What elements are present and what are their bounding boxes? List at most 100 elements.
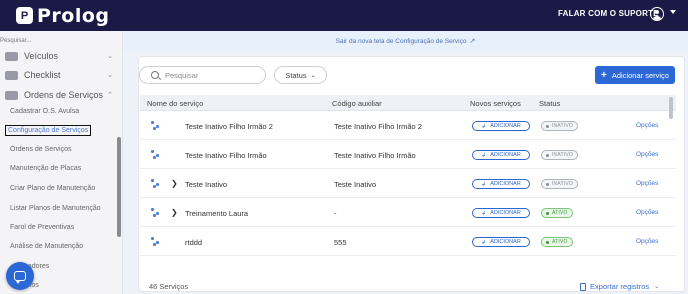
- sidebar-item-ordens[interactable]: Ordens de Serviços ⌃: [5, 86, 115, 104]
- wrench-icon: [5, 90, 18, 100]
- sidebar-item-label: Ordens de Serviços: [24, 90, 104, 100]
- status-badge: INATIVO: [541, 179, 578, 189]
- table-row: ❯ Treinamento Laura - ↲ ADICIONAR ATIVO O…: [140, 198, 676, 227]
- top-bar: P Prolog FALAR COM O SUPORTE: [0, 0, 688, 31]
- return-icon: ↲: [481, 123, 487, 130]
- sidebar: Pesquisar... Veículos ⌄ Checklist ⌄ Orde…: [0, 31, 123, 294]
- chevron-down-icon: ⌄: [654, 284, 660, 290]
- sidebar-subitem[interactable]: Cadastrar O.S. Avulsa: [10, 108, 79, 115]
- sidebar-subitem[interactable]: Ordens de Serviços: [10, 146, 71, 153]
- sidebar-search-input[interactable]: Pesquisar...: [0, 38, 31, 44]
- chevron-down-icon: ⌄: [107, 53, 113, 60]
- checklist-icon: [5, 70, 18, 80]
- service-code: Teste Inativo Filho Irmão: [334, 151, 416, 160]
- add-subservice-button[interactable]: ↲ ADICIONAR: [472, 179, 530, 189]
- sidebar-subitem[interactable]: Farol de Preventivas: [10, 224, 74, 231]
- plus-icon: +: [601, 69, 607, 81]
- sidebar-item-veiculos[interactable]: Veículos ⌄: [5, 47, 115, 65]
- add-subservice-button[interactable]: ↲ ADICIONAR: [472, 237, 530, 247]
- service-code: 555: [334, 238, 347, 247]
- status-filter-label: Status: [285, 70, 307, 80]
- table-row: ❯ Teste Inativo Teste Inativo ↲ ADICIONAR…: [140, 169, 676, 198]
- add-subservice-label: ADICIONAR: [490, 181, 521, 187]
- service-name: Teste Inativo: [185, 180, 228, 189]
- drag-handle-icon[interactable]: [151, 208, 160, 217]
- sidebar-subitem[interactable]: Manutenção de Placas: [10, 165, 81, 172]
- logo-mark: P: [16, 7, 33, 24]
- options-link[interactable]: Opções: [636, 238, 658, 245]
- export-label: Exportar registros: [590, 282, 650, 291]
- table-row: Teste Inativo Filho Irmão Teste Inativo …: [140, 140, 676, 169]
- column-header-status: Status: [539, 99, 561, 108]
- drag-handle-icon[interactable]: [151, 179, 160, 188]
- logo[interactable]: P Prolog: [16, 5, 110, 27]
- support-link[interactable]: FALAR COM O SUPORTE: [558, 9, 659, 18]
- column-header-new-services: Novos serviços: [470, 99, 521, 108]
- chevron-down-icon[interactable]: [670, 10, 676, 14]
- add-service-label: Adicionar serviço: [611, 70, 669, 80]
- status-filter-button[interactable]: Status ⌄: [274, 66, 327, 84]
- user-avatar-icon[interactable]: [650, 7, 664, 21]
- drag-handle-icon[interactable]: [151, 237, 160, 246]
- service-code: Teste Inativo: [334, 180, 377, 189]
- sidebar-subitem[interactable]: Criar Plano de Manutenção: [10, 185, 95, 192]
- chevron-right-icon[interactable]: ❯: [171, 208, 178, 217]
- service-name: rtddd: [185, 238, 203, 247]
- status-label: ATIVO: [552, 210, 568, 216]
- service-name: Treinamento Laura: [185, 209, 249, 218]
- legacy-banner[interactable]: Sair da nova tela de Configuração de Ser…: [123, 31, 688, 51]
- chevron-down-icon: ⌄: [310, 72, 316, 79]
- chevron-right-icon[interactable]: ❯: [171, 179, 178, 188]
- logo-text: Prolog: [37, 4, 110, 27]
- truck-icon: [5, 51, 18, 61]
- status-badge: ATIVO: [541, 208, 573, 218]
- sidebar-item-label: Veículos: [24, 51, 59, 61]
- drag-handle-icon[interactable]: [151, 150, 160, 159]
- add-subservice-button[interactable]: ↲ ADICIONAR: [472, 121, 530, 131]
- add-subservice-label: ADICIONAR: [490, 239, 521, 245]
- status-badge: INATIVO: [541, 150, 578, 160]
- document-icon: [580, 282, 586, 291]
- export-button[interactable]: Exportar registros ⌄: [580, 282, 659, 291]
- return-icon: ↲: [481, 210, 487, 217]
- status-label: INATIVO: [551, 152, 573, 158]
- service-code: -: [334, 209, 337, 218]
- search-field[interactable]: [165, 70, 260, 80]
- add-subservice-button[interactable]: ↲ ADICIONAR: [472, 150, 530, 160]
- sidebar-subitem[interactable]: Listar Planos de Manutenção: [10, 205, 101, 212]
- add-service-button[interactable]: + Adicionar serviço: [595, 66, 675, 84]
- status-label: INATIVO: [551, 181, 573, 187]
- add-subservice-label: ADICIONAR: [490, 152, 521, 158]
- sidebar-item-label: Checklist: [24, 70, 61, 80]
- column-header-code: Código auxiliar: [332, 99, 382, 108]
- table-row: rtddd 555 ↲ ADICIONAR ATIVO Opções: [140, 227, 676, 256]
- status-badge: INATIVO: [541, 121, 578, 131]
- options-link[interactable]: Opções: [636, 151, 658, 158]
- sidebar-scrollbar[interactable]: [117, 137, 121, 237]
- search-icon: [151, 71, 159, 79]
- chevron-up-icon: ⌃: [107, 92, 113, 99]
- table-row: Teste Inativo Filho Irmão 2 Teste Inativ…: [140, 111, 676, 140]
- options-link[interactable]: Opções: [636, 209, 658, 216]
- status-badge: ATIVO: [541, 237, 573, 247]
- chevron-down-icon: ⌄: [107, 72, 113, 79]
- options-link[interactable]: Opções: [636, 180, 658, 187]
- service-name: Teste Inativo Filho Irmão 2: [185, 122, 273, 131]
- chat-button[interactable]: [6, 262, 34, 290]
- drag-handle-icon[interactable]: [151, 121, 160, 130]
- status-label: ATIVO: [552, 239, 568, 245]
- sidebar-subitem-active[interactable]: Configuração de Serviços: [5, 125, 92, 136]
- status-label: INATIVO: [551, 123, 573, 129]
- add-subservice-label: ADICIONAR: [490, 210, 521, 216]
- search-input[interactable]: [139, 66, 266, 84]
- chat-icon: [14, 271, 26, 284]
- sidebar-subitem[interactable]: Análise de Manutenção: [10, 243, 83, 250]
- options-link[interactable]: Opções: [636, 122, 658, 129]
- service-code: Teste Inativo Filho Irmão 2: [334, 122, 422, 131]
- return-icon: ↲: [481, 239, 487, 246]
- sidebar-item-checklist[interactable]: Checklist ⌄: [5, 66, 115, 84]
- banner-link[interactable]: Sair da nova tela de Configuração de Ser…: [336, 38, 467, 45]
- service-name: Teste Inativo Filho Irmão: [185, 151, 267, 160]
- add-subservice-button[interactable]: ↲ ADICIONAR: [472, 208, 530, 218]
- services-count: 46 Serviços: [149, 282, 189, 291]
